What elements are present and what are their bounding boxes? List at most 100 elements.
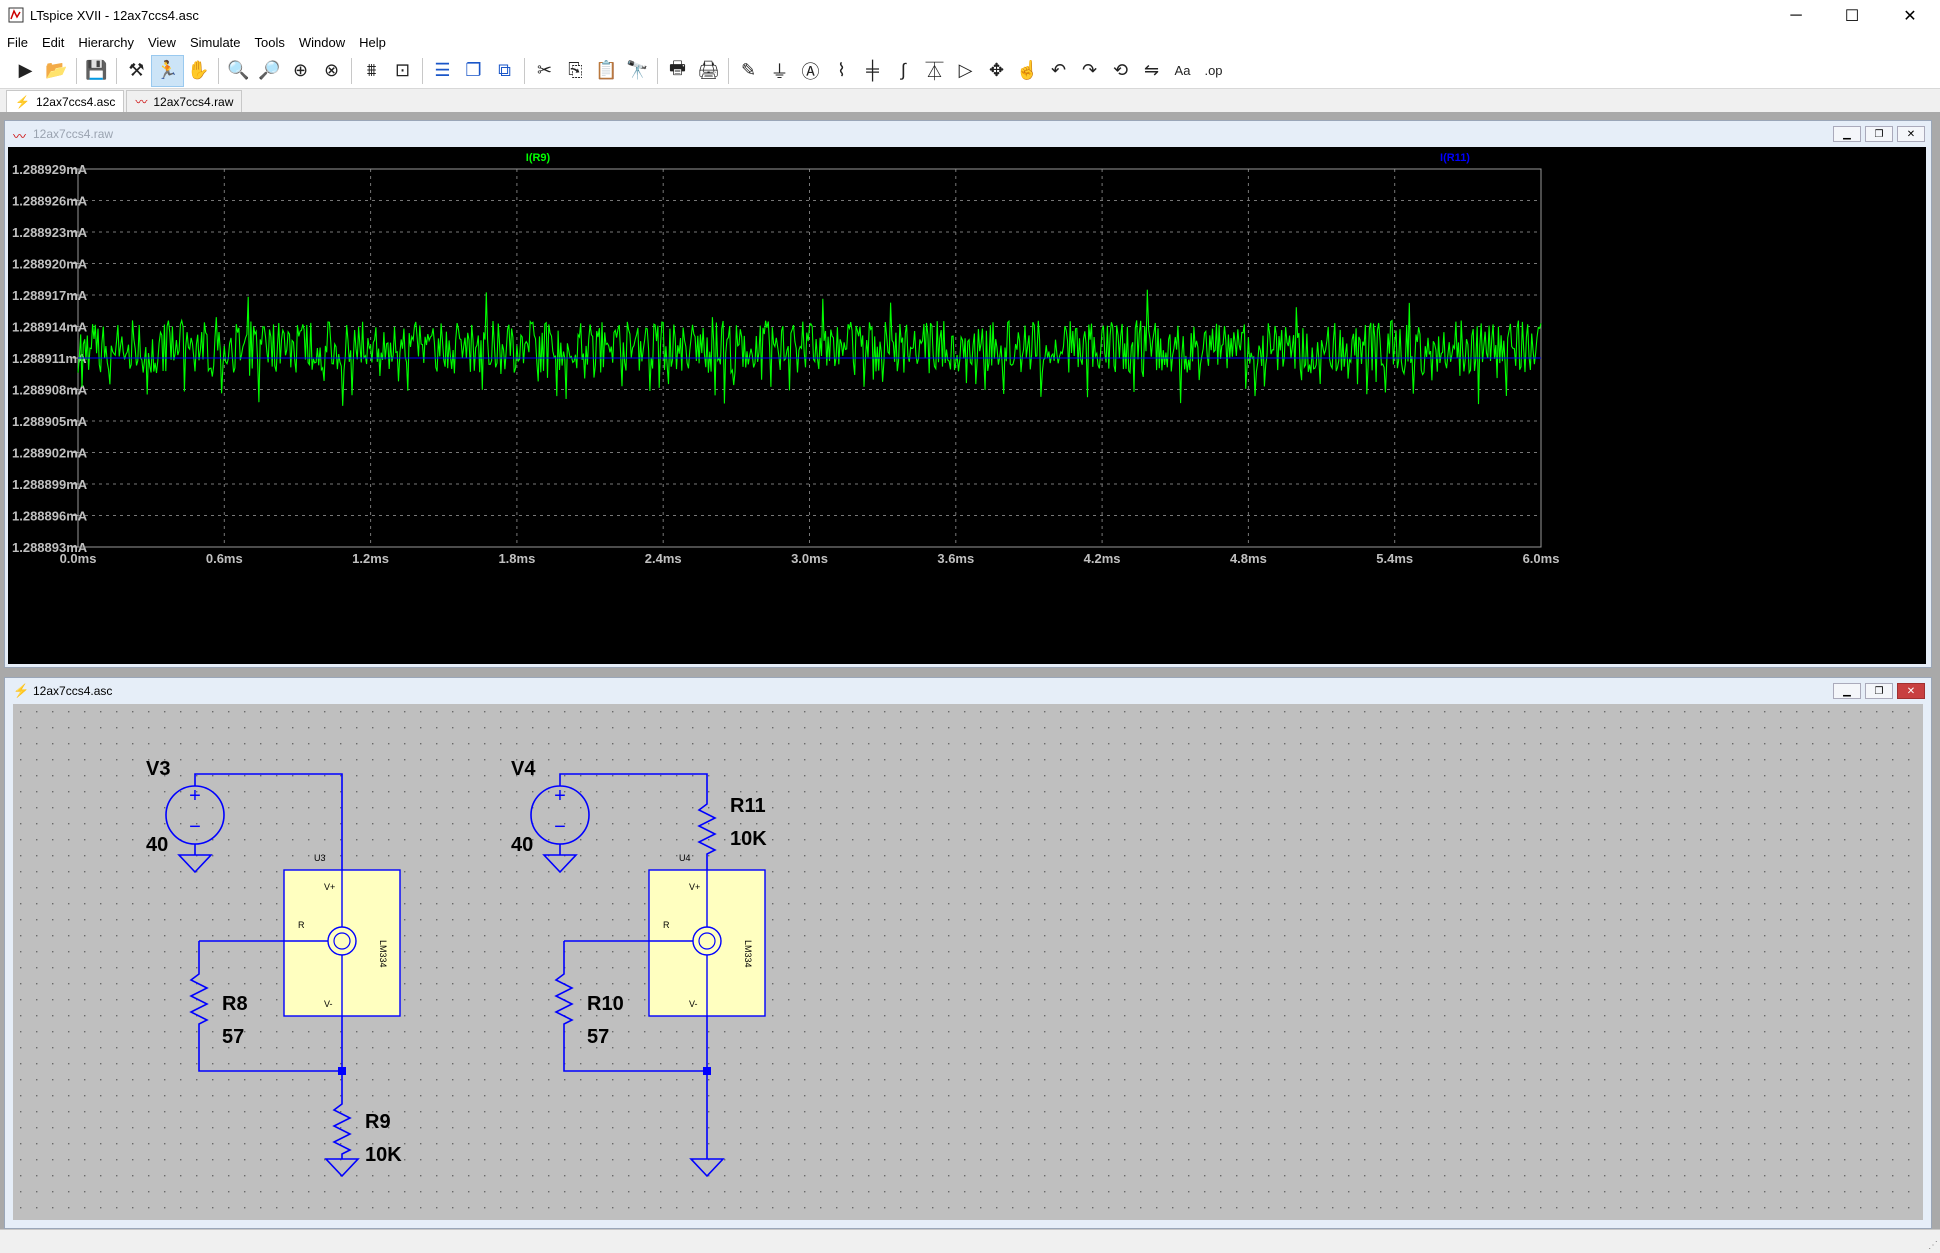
close-all-button[interactable]: ⧉ — [489, 56, 520, 86]
schematic-window[interactable]: ⚡ 12ax7ccs4.asc ▁ ❐ ✕ + − V3 40 U3 V+ R … — [4, 677, 1932, 1229]
minimize-button[interactable]: ─ — [1768, 0, 1824, 31]
legend-ir11[interactable]: I(R11) — [1440, 152, 1470, 164]
ic-name: LM334 — [743, 940, 753, 968]
waveform-restore-button[interactable]: ❐ — [1865, 126, 1893, 142]
print-setup-button[interactable]: 🖨 — [693, 56, 724, 86]
print-icon: 🖶 — [669, 57, 686, 78]
tile-horizontal-button[interactable]: ☰ — [427, 56, 458, 86]
cut-button[interactable]: ✂ — [529, 56, 560, 86]
y-tick-label: 1.288899mA — [12, 477, 88, 492]
zoom-in-icon: 🔍 — [227, 60, 250, 80]
move-button[interactable]: ✥ — [981, 56, 1012, 86]
menu-help[interactable]: Help — [352, 35, 393, 50]
save-button[interactable]: 💾 — [81, 56, 112, 86]
redo-icon: ↷ — [1081, 60, 1098, 80]
waveform-chart[interactable]: 0.0ms 0.6ms 1.2ms 1.8ms 2.4ms 3.0ms 3.6ms 4.2ms… — [8, 147, 1926, 664]
text-button[interactable]: Aa — [1167, 56, 1198, 86]
menu-file[interactable]: File — [0, 35, 35, 50]
v4-label: V4 — [511, 758, 536, 780]
schematic-window-title: 12ax7ccs4.asc — [33, 684, 113, 698]
find-button[interactable]: 🔭 — [622, 56, 653, 86]
menu-simulate[interactable]: Simulate — [183, 35, 248, 50]
cascade-button[interactable]: ❐ — [458, 56, 489, 86]
x-tick-label: 1.8ms — [498, 551, 535, 566]
save-icon: 💾 — [85, 60, 108, 80]
print-button[interactable]: 🖶 — [662, 56, 693, 86]
x-tick-label: 6.0ms — [1523, 551, 1560, 566]
run-button[interactable]: ▶ — [10, 56, 41, 86]
ground-button[interactable]: ⏚ — [764, 56, 795, 86]
menu-hierarchy[interactable]: Hierarchy — [71, 35, 141, 50]
y-tick-label: 1.288920mA — [12, 257, 88, 272]
resistor-button[interactable]: ⌇ — [826, 56, 857, 86]
autorange-button[interactable]: ⩩ — [356, 56, 387, 86]
schematic-close-button[interactable]: ✕ — [1897, 683, 1925, 699]
zoom-out-icon: 🔎 — [258, 60, 281, 80]
toolbar-separator — [422, 57, 423, 84]
control-panel-button[interactable]: ⚒ — [121, 56, 152, 86]
tab-schematic[interactable]: ⚡ 12ax7ccs4.asc — [6, 90, 125, 112]
zoom-cancel-button[interactable]: ⊗ — [316, 56, 347, 86]
waveform-close-button[interactable]: ✕ — [1897, 126, 1925, 142]
autorange-off-icon: ⊡ — [394, 60, 411, 80]
undo-button[interactable]: ↶ — [1043, 56, 1074, 86]
waveform-plot[interactable]: 0.0ms 0.6ms 1.2ms 1.8ms 2.4ms 3.0ms 3.6ms 4.2ms… — [8, 147, 1926, 664]
svg-text:+: + — [189, 785, 201, 807]
tile-horizontal-icon: ☰ — [434, 60, 451, 80]
x-tick-label: 3.6ms — [937, 551, 974, 566]
capacitor-icon: ╪ — [866, 60, 879, 80]
schematic-canvas[interactable]: + − V3 40 U3 V+ R V- LM334 R8 57 R9 10K … — [13, 704, 1923, 1220]
tab-label: 12ax7ccs4.raw — [153, 94, 234, 109]
schematic-minimize-button[interactable]: ▁ — [1833, 683, 1861, 699]
redo-button[interactable]: ↷ — [1074, 56, 1105, 86]
tab-waveform[interactable]: 〰 12ax7ccs4.raw — [126, 90, 243, 112]
spice-directive-button[interactable]: .op — [1198, 56, 1229, 86]
waveform-window-titlebar[interactable]: 〰 12ax7ccs4.raw ▁ ❐ ✕ — [5, 121, 1931, 147]
open-folder-button[interactable]: 📂 — [41, 56, 72, 86]
schematic-restore-button[interactable]: ❐ — [1865, 683, 1893, 699]
mirror-button[interactable]: ⇋ — [1136, 56, 1167, 86]
pin-vplus: V+ — [689, 882, 700, 892]
u3-label: U3 — [314, 853, 326, 863]
legend-ir9[interactable]: I(R9) — [526, 152, 551, 164]
menu-window[interactable]: Window — [292, 35, 352, 50]
schematic-icon: ⚡ — [15, 94, 30, 109]
maximize-button[interactable]: ☐ — [1824, 0, 1880, 31]
component-button[interactable]: ▷ — [950, 56, 981, 86]
schematic-drawing[interactable]: + − V3 40 U3 V+ R V- LM334 R8 57 R9 10K … — [13, 704, 1923, 1220]
y-tick-label: 1.288923mA — [12, 225, 88, 240]
autorange-off-button[interactable]: ⊡ — [387, 56, 418, 86]
capacitor-button[interactable]: ╪ — [857, 56, 888, 86]
waveform-minimize-button[interactable]: ▁ — [1833, 126, 1861, 142]
menu-tools[interactable]: Tools — [248, 35, 292, 50]
paste-button[interactable]: 📋 — [591, 56, 622, 86]
inductor-button[interactable]: ∫ — [888, 56, 919, 86]
label-net-button[interactable]: Ⓐ — [795, 56, 826, 86]
rotate-icon: ⟲ — [1112, 60, 1129, 80]
pan-hand-button[interactable]: ✋ — [183, 56, 214, 86]
open-folder-icon: 📂 — [45, 60, 68, 80]
draw-wire-icon: ✎ — [740, 60, 757, 80]
zoom-in-button[interactable]: 🔍 — [223, 56, 254, 86]
close-button[interactable]: ✕ — [1880, 0, 1940, 31]
close-all-icon: ⧉ — [498, 60, 511, 80]
resize-grip-icon[interactable]: ⋰ — [1928, 1240, 1938, 1251]
y-tick-label: 1.288908mA — [12, 383, 88, 398]
zoom-fit-button[interactable]: ⊕ — [285, 56, 316, 86]
document-tabs: ⚡ 12ax7ccs4.asc 〰 12ax7ccs4.raw — [0, 90, 1940, 112]
waveform-window[interactable]: 〰 12ax7ccs4.raw ▁ ❐ ✕ 0.0ms 0.6ms 1.2ms 1.8… — [4, 120, 1932, 668]
menu-view[interactable]: View — [141, 35, 183, 50]
diode-button[interactable]: ⏄ — [919, 56, 950, 86]
draw-wire-button[interactable]: ✎ — [733, 56, 764, 86]
main-toolbar: ▶ 📂 💾 ⚒ 🏃 ✋ 🔍 🔎 ⊕ ⊗ ⩩ ⊡ ☰ ❐ ⧉ ✂ ⎘ 📋 🔭 🖶 🖨 ✎ ⏚ Ⓐ ⌇ ╪ ∫ ⏄ ▷ ✥ ☝ ↶ ↷ ⟲ ⇋ Aa .op — [0, 53, 1940, 89]
junction-dot — [703, 1067, 711, 1075]
schematic-window-titlebar[interactable]: ⚡ 12ax7ccs4.asc ▁ ❐ ✕ — [5, 678, 1931, 704]
close-icon: ✕ — [1903, 7, 1917, 25]
zoom-cancel-icon: ⊗ — [323, 60, 340, 80]
rotate-button[interactable]: ⟲ — [1105, 56, 1136, 86]
menu-edit[interactable]: Edit — [35, 35, 71, 50]
run-probe-button[interactable]: 🏃 — [151, 54, 184, 87]
drag-button[interactable]: ☝ — [1012, 56, 1043, 86]
zoom-out-button[interactable]: 🔎 — [254, 56, 285, 86]
copy-button[interactable]: ⎘ — [560, 56, 591, 86]
